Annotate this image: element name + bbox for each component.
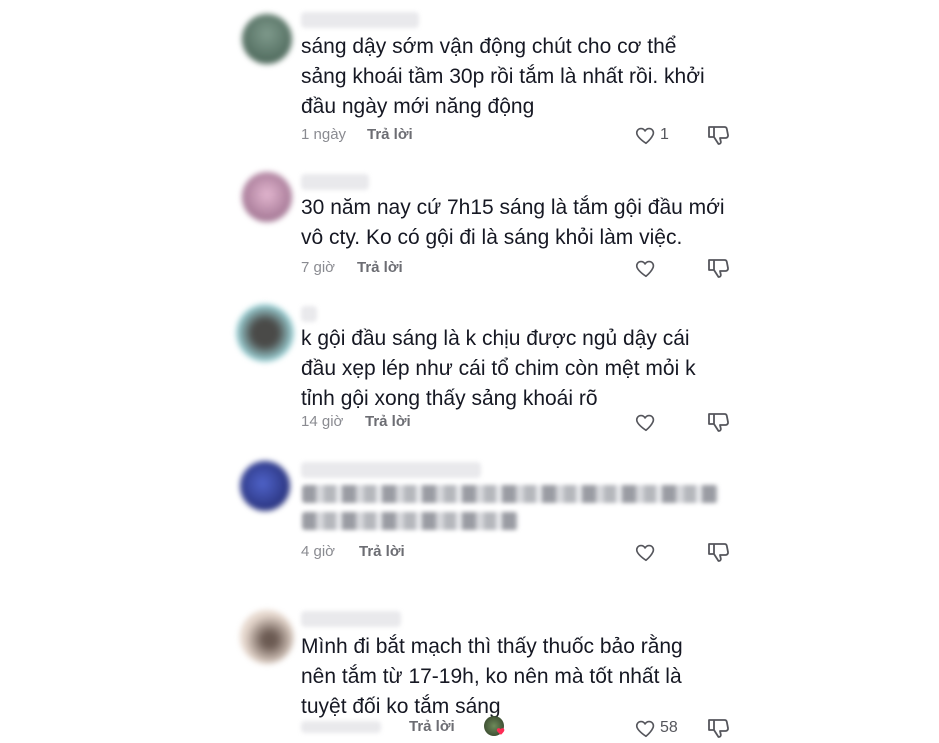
like-count: 58 (660, 719, 678, 736)
comment-item: Mình đi bắt mạch thì thấy thuốc bảo rằng… (0, 0, 939, 743)
heart-icon (496, 728, 505, 735)
comments-panel: sáng dậy sớm vận động chút cho cơ thể sả… (0, 0, 939, 743)
avatar[interactable] (240, 610, 294, 664)
comment-text: Mình đi bắt mạch thì thấy thuốc bảo rằng… (301, 635, 683, 718)
heart-outline-icon[interactable] (635, 717, 657, 739)
comment-time-blurred (301, 721, 381, 733)
reply-button[interactable]: Trả lời (409, 718, 455, 735)
username[interactable] (301, 611, 401, 627)
thumbs-down-icon[interactable] (706, 716, 732, 740)
